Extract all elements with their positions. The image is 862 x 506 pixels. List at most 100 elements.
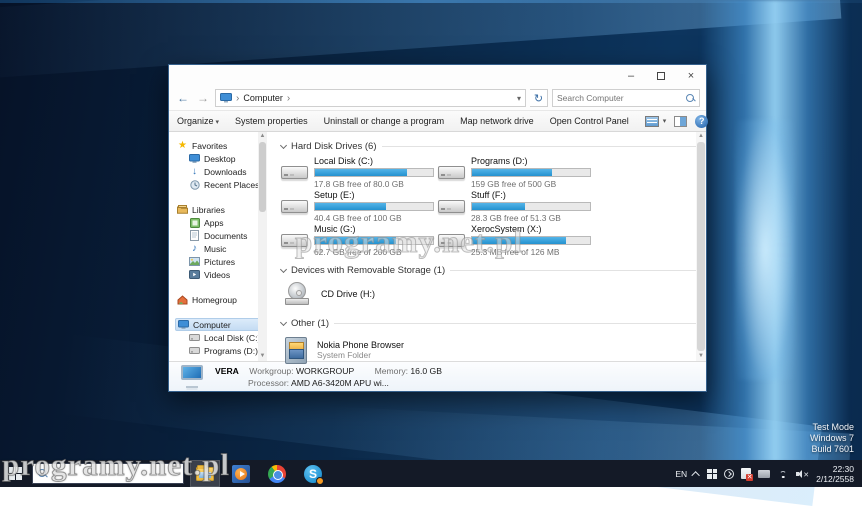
memory-label: Memory: bbox=[374, 365, 409, 376]
sidebar-label: Pictures bbox=[204, 256, 236, 267]
collapse-chevron-icon[interactable] bbox=[279, 141, 288, 149]
taskbar-app-file-explorer[interactable] bbox=[190, 460, 220, 487]
search-input[interactable] bbox=[557, 93, 686, 103]
device-tray-icon[interactable] bbox=[758, 469, 771, 478]
drive-tile-g[interactable]: Music (G:) 62.7 GB free of 200 GB bbox=[281, 222, 438, 257]
scroll-up-icon[interactable]: ▲ bbox=[260, 132, 266, 141]
sidebar-label: Homegroup bbox=[192, 294, 237, 305]
breadcrumb-path[interactable]: Computer bbox=[243, 93, 283, 103]
volume-muted-icon[interactable]: ✕ bbox=[796, 469, 809, 479]
media-player-icon bbox=[232, 464, 250, 483]
sidebar-item-music[interactable]: ♪ Music bbox=[175, 242, 267, 255]
taskbar-app-skype[interactable]: S bbox=[298, 460, 328, 487]
system-properties-button[interactable]: System properties bbox=[235, 116, 308, 126]
close-button[interactable]: × bbox=[676, 65, 706, 86]
map-network-drive-button[interactable]: Map network drive bbox=[460, 116, 534, 126]
scroll-down-icon[interactable]: ▼ bbox=[698, 352, 704, 361]
maximize-button[interactable] bbox=[646, 65, 676, 86]
language-indicator[interactable]: EN bbox=[675, 469, 687, 479]
drive-tile-c[interactable]: Local Disk (C:) 17.8 GB free of 80.0 GB bbox=[281, 154, 438, 189]
uninstall-program-button[interactable]: Uninstall or change a program bbox=[324, 116, 445, 126]
capacity-bar bbox=[314, 202, 434, 211]
scroll-down-icon[interactable]: ▼ bbox=[260, 352, 266, 361]
open-control-panel-button[interactable]: Open Control Panel bbox=[550, 116, 629, 126]
taskbar-app-chrome[interactable] bbox=[262, 460, 292, 487]
processor-label: Processor: bbox=[248, 377, 290, 388]
sidebar-item-recent-places[interactable]: Recent Places bbox=[175, 178, 267, 191]
documents-icon bbox=[189, 230, 200, 241]
capacity-fill bbox=[472, 237, 567, 244]
sidebar-item-homegroup[interactable]: Homegroup bbox=[175, 293, 267, 306]
nokia-phone-browser-tile[interactable]: Nokia Phone Browser System Folder bbox=[285, 333, 702, 367]
capacity-fill bbox=[315, 203, 386, 210]
drive-name: Local Disk (C:) bbox=[314, 156, 374, 166]
sidebar-item-libraries[interactable]: Libraries bbox=[175, 203, 267, 216]
address-dropdown-icon[interactable]: ▾ bbox=[517, 94, 521, 103]
drive-tile-d[interactable]: Programs (D:) 159 GB free of 500 GB bbox=[438, 154, 595, 189]
scrollbar-thumb[interactable] bbox=[697, 142, 705, 351]
change-view-button[interactable]: ▾ bbox=[644, 115, 666, 127]
breadcrumb[interactable]: › Computer › ▾ bbox=[215, 89, 526, 107]
group-header-hdd[interactable]: Hard Disk Drives (6) bbox=[279, 138, 702, 154]
item-name: CD Drive (H:) bbox=[321, 289, 375, 299]
sidebar-label: Desktop bbox=[204, 153, 236, 164]
forward-button[interactable]: → bbox=[195, 91, 211, 105]
sidebar-item-programs-d[interactable]: Programs (D:) bbox=[175, 344, 267, 357]
group-rule bbox=[450, 269, 698, 271]
sidebar-item-documents[interactable]: Documents bbox=[175, 229, 267, 242]
sidebar-label: Apps bbox=[204, 217, 224, 228]
drive-tile-x[interactable]: XerocSystem (X:) 25.3 MB free of 126 MB bbox=[438, 222, 595, 257]
taskbar-clock[interactable]: 22:30 2/12/2558 bbox=[816, 464, 854, 484]
collapse-chevron-icon[interactable] bbox=[279, 265, 288, 273]
title-bar: – × bbox=[169, 65, 706, 86]
group-title: Devices with Removable Storage (1) bbox=[291, 264, 446, 276]
action-center-flag-icon[interactable] bbox=[741, 468, 754, 481]
item-subtitle: System Folder bbox=[317, 350, 371, 360]
scrollbar-thumb[interactable] bbox=[259, 142, 266, 212]
windows-tray-icon[interactable] bbox=[707, 468, 718, 479]
sidebar-label: Downloads bbox=[204, 166, 247, 177]
chevron-down-icon: ▾ bbox=[215, 119, 220, 126]
memory-value: 16.0 GB bbox=[410, 365, 442, 376]
sidebar-item-videos[interactable]: Videos bbox=[175, 268, 267, 281]
refresh-button[interactable]: ↻ bbox=[530, 89, 548, 107]
sidebar-item-downloads[interactable]: ↓ Downloads bbox=[175, 165, 267, 178]
collapse-chevron-icon[interactable] bbox=[279, 318, 288, 326]
drive-tile-e[interactable]: Setup (E:) 40.4 GB free of 100 GB bbox=[281, 188, 438, 223]
drive-tile-f[interactable]: Stuff (F:) 28.3 GB free of 51.3 GB bbox=[438, 188, 595, 223]
back-button[interactable]: ← bbox=[175, 91, 191, 105]
minimize-button[interactable]: – bbox=[616, 65, 646, 86]
group-header-removable[interactable]: Devices with Removable Storage (1) bbox=[279, 262, 702, 278]
sidebar-item-computer[interactable]: Computer bbox=[175, 318, 265, 331]
search-icon[interactable] bbox=[686, 93, 695, 103]
wifi-icon[interactable] bbox=[777, 469, 789, 478]
computer-icon bbox=[178, 319, 189, 330]
capacity-bar bbox=[314, 236, 434, 245]
preview-pane-button[interactable] bbox=[674, 115, 688, 127]
group-header-other[interactable]: Other (1) bbox=[279, 315, 702, 331]
sync-tray-icon[interactable] bbox=[724, 468, 735, 479]
group-rule bbox=[334, 322, 698, 324]
taskbar-app-media-player[interactable] bbox=[226, 460, 256, 487]
sidebar-label: Recent Places bbox=[204, 179, 260, 190]
taskbar-search-box[interactable] bbox=[32, 463, 184, 484]
sidebar-item-favorites[interactable]: ★ Favorites bbox=[175, 139, 267, 152]
hard-drive-icon bbox=[281, 234, 308, 247]
sidebar-item-apps[interactable]: Apps bbox=[175, 216, 267, 229]
sidebar-item-pictures[interactable]: Pictures bbox=[175, 255, 267, 268]
capacity-fill bbox=[315, 237, 397, 244]
drive-icon bbox=[189, 345, 200, 356]
start-button[interactable] bbox=[0, 460, 30, 487]
sidebar-scrollbar[interactable]: ▲ ▼ bbox=[258, 132, 267, 361]
computer-name: VERA bbox=[215, 365, 239, 376]
help-button[interactable]: ? bbox=[695, 114, 709, 128]
organize-button[interactable]: Organize ▾ bbox=[177, 116, 219, 126]
tray-expand-icon[interactable] bbox=[691, 470, 701, 480]
main-scrollbar[interactable]: ▲ ▼ bbox=[696, 132, 706, 361]
drive-grid: Local Disk (C:) 17.8 GB free of 80.0 GB … bbox=[281, 154, 702, 257]
sidebar-item-local-disk-c[interactable]: Local Disk (C:) bbox=[175, 331, 267, 344]
drive-name: Music (G:) bbox=[314, 224, 356, 234]
scroll-up-icon[interactable]: ▲ bbox=[698, 132, 704, 141]
cd-drive-tile[interactable]: CD Drive (H:) bbox=[285, 278, 702, 310]
sidebar-item-desktop[interactable]: Desktop bbox=[175, 152, 267, 165]
